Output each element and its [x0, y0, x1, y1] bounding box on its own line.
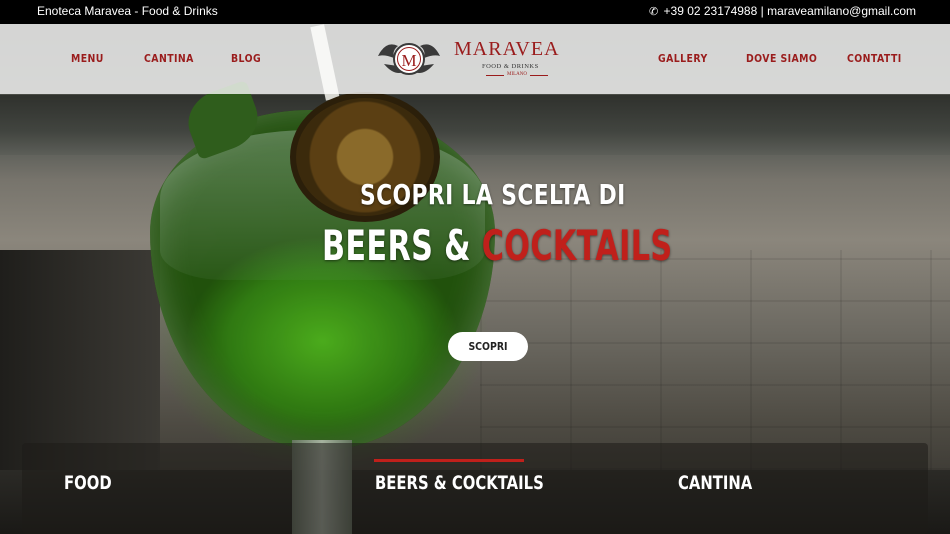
site-logo[interactable]: M MARAVEA FOOD & DRINKS MILANO: [374, 36, 584, 86]
logo-tagline: FOOD & DRINKS: [482, 63, 539, 70]
nav-dove-siamo[interactable]: DOVE SIAMO: [746, 52, 817, 65]
category-food[interactable]: FOOD: [64, 472, 112, 494]
nav-contatti[interactable]: CONTATTI: [847, 52, 902, 65]
site-brand-text: Enoteca Maravea - Food & Drinks: [37, 4, 218, 18]
wall-tiles: [480, 250, 950, 470]
logo-emblem-icon: M: [378, 43, 440, 75]
hero-title-white: BEERS &: [322, 221, 482, 270]
logo-letter: M: [401, 51, 416, 70]
nav-gallery[interactable]: GALLERY: [658, 52, 708, 65]
contact-separator: |: [760, 4, 764, 18]
hero-title-red: COCKTAILS: [481, 221, 673, 270]
hero-subtitle: SCOPRI LA SCELTA DI: [360, 178, 626, 211]
logo-name: MARAVEA: [454, 38, 560, 60]
phone-number[interactable]: +39 02 23174988: [664, 4, 758, 18]
hero-title: BEERS & COCKTAILS: [322, 221, 672, 270]
logo-city: MILANO: [486, 72, 548, 80]
bar-shelf: [0, 95, 950, 155]
contact-info: ✆ +39 02 23174988 | maraveamilano@gmail.…: [649, 4, 916, 18]
active-category-indicator: [374, 459, 524, 462]
nav-blog[interactable]: BLOG: [231, 52, 261, 65]
category-beers-cocktails[interactable]: BEERS & COCKTAILS: [375, 472, 544, 494]
scopri-button-label: SCOPRI: [468, 340, 508, 353]
category-cantina[interactable]: CANTINA: [678, 472, 752, 494]
nav-cantina[interactable]: CANTINA: [144, 52, 194, 65]
top-info-bar: Enoteca Maravea - Food & Drinks ✆ +39 02…: [0, 0, 950, 24]
nav-menu[interactable]: MENU: [71, 52, 104, 65]
scopri-button[interactable]: SCOPRI: [448, 332, 528, 361]
phone-icon: ✆: [648, 6, 659, 18]
email-link[interactable]: maraveamilano@gmail.com: [767, 4, 916, 18]
